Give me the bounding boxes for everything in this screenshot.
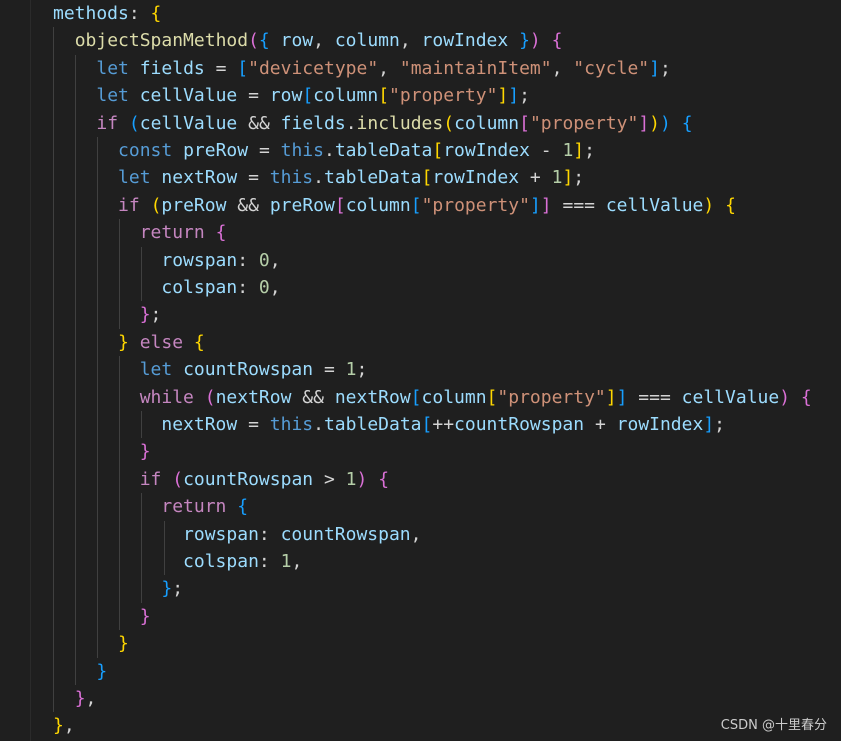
code-line[interactable]: let nextRow = this.tableData[rowIndex + …	[53, 164, 584, 191]
code-line[interactable]: if (countRowspan > 1) {	[53, 466, 389, 493]
code-line[interactable]: return {	[53, 493, 248, 520]
code-line[interactable]: },	[53, 685, 97, 712]
code-line[interactable]: nextRow = this.tableData[++countRowspan …	[53, 411, 725, 438]
code-line[interactable]: while (nextRow && nextRow[column["proper…	[53, 384, 812, 411]
code-line[interactable]: if (preRow && preRow[column["property"]]…	[53, 192, 736, 219]
code-line[interactable]: if (cellValue && fields.includes(column[…	[53, 110, 692, 137]
code-line[interactable]: let countRowspan = 1;	[53, 356, 368, 383]
code-line[interactable]: }	[53, 603, 151, 630]
code-line[interactable]: }	[53, 658, 107, 685]
code-line[interactable]: } else {	[53, 329, 205, 356]
code-editor[interactable]: methods: { objectSpanMethod({ row, colum…	[0, 0, 841, 741]
code-line[interactable]: colspan: 0,	[53, 274, 280, 301]
code-line[interactable]: const preRow = this.tableData[rowIndex -…	[53, 137, 595, 164]
code-line[interactable]: };	[53, 575, 183, 602]
csdn-watermark: CSDN @十里春分	[720, 718, 827, 733]
code-line[interactable]: return {	[53, 219, 227, 246]
code-line[interactable]: methods: {	[53, 0, 161, 27]
code-line[interactable]: colspan: 1,	[53, 548, 302, 575]
code-line[interactable]: objectSpanMethod({ row, column, rowIndex…	[53, 27, 563, 54]
code-line[interactable]: },	[53, 712, 75, 739]
code-line[interactable]: }	[53, 630, 129, 657]
code-line[interactable]: }	[53, 438, 151, 465]
code-line[interactable]: rowspan: countRowspan,	[53, 521, 421, 548]
code-line[interactable]: let fields = ["devicetype", "maintainIte…	[53, 55, 670, 82]
code-line[interactable]: };	[53, 301, 162, 328]
code-line[interactable]: rowspan: 0,	[53, 247, 280, 274]
gutter-divider	[30, 0, 31, 741]
code-line[interactable]: let cellValue = row[column["property"]];	[53, 82, 530, 109]
